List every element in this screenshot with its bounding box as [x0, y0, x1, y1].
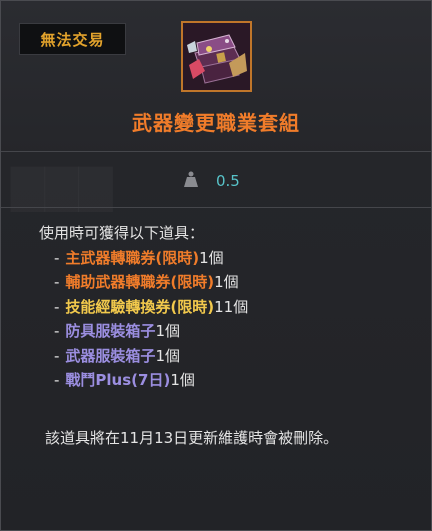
treasure-chest-icon	[181, 21, 252, 92]
reward-name: 武器服裝箱子	[65, 346, 156, 365]
reward-name: 戰鬥Plus(7日)	[65, 371, 171, 389]
list-dash: -	[54, 273, 60, 291]
reward-qty: 1個	[170, 371, 195, 389]
reward-name: 主武器轉職券(限時)	[65, 248, 200, 267]
divider-top	[1, 151, 431, 152]
reward-qty: 1個	[199, 248, 224, 267]
list-dash: -	[54, 322, 60, 340]
item-name: 武器變更職業套組	[132, 111, 300, 135]
reward-qty: 1個	[155, 322, 180, 340]
weight-row: 0.5	[184, 171, 240, 191]
reward-qty: 1個	[155, 346, 180, 365]
reward-item: - 技能經驗轉換券(限時)11個	[39, 295, 248, 320]
reward-item: - 防具服裝箱子1個	[39, 319, 248, 344]
list-dash: -	[54, 371, 60, 389]
list-dash: -	[54, 248, 60, 267]
reward-item: - 武器服裝箱子1個	[39, 344, 248, 369]
reward-qty: 11個	[214, 297, 249, 316]
item-description: 使用時可獲得以下道具： - 主武器轉職券(限時)1個 - 輔助武器轉職券(限時)1個…	[39, 221, 248, 393]
list-dash: -	[54, 346, 60, 365]
weight-value: 0.5	[216, 172, 240, 190]
reward-qty: 1個	[214, 273, 239, 291]
reward-item: - 輔助武器轉職券(限時)1個	[39, 270, 248, 295]
untradable-tag: 無法交易	[19, 23, 126, 55]
deletion-notice: 該道具將在11月13日更新維護時會被刪除。	[45, 429, 339, 447]
reward-item: - 主武器轉職券(限時)1個	[39, 246, 248, 271]
background-watermark: ▇▇▇	[11, 161, 113, 212]
reward-item: - 戰鬥Plus(7日)1個	[39, 368, 248, 393]
list-dash: -	[54, 297, 60, 316]
reward-name: 輔助武器轉職券(限時)	[65, 273, 215, 291]
reward-name: 技能經驗轉換券(限時)	[65, 297, 215, 316]
divider-bottom	[1, 207, 431, 208]
weight-icon	[184, 171, 198, 191]
description-header: 使用時可獲得以下道具：	[39, 224, 205, 242]
item-tooltip: ▇▇▇ 無法交易 武器變更職業套組 0.5 使用時可獲得以下道具：	[0, 0, 432, 531]
reward-name: 防具服裝箱子	[65, 322, 156, 340]
